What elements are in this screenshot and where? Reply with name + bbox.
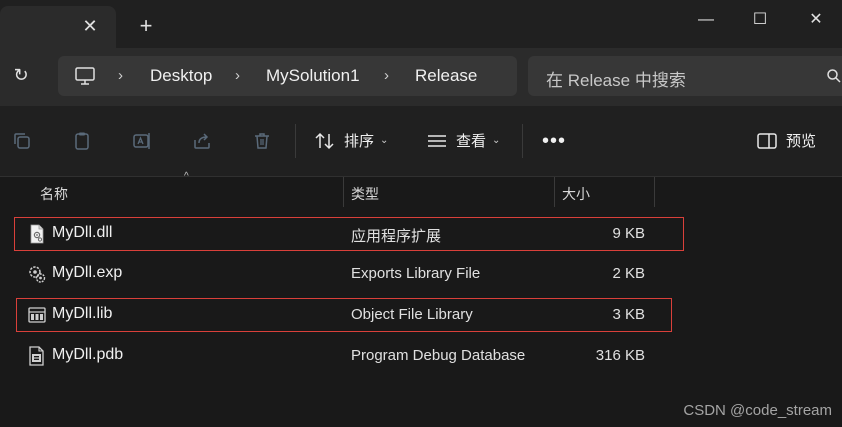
preview-button[interactable]: 预览 bbox=[756, 130, 816, 152]
highlight-box bbox=[14, 217, 684, 251]
address-bar: ↻ › Desktop › MySolution1 › Release 在 Re… bbox=[0, 48, 842, 106]
refresh-icon[interactable]: ↻ bbox=[10, 64, 32, 86]
title-bar: ✕ + — ☐ ✕ bbox=[0, 0, 842, 48]
close-tab-icon[interactable]: ✕ bbox=[80, 16, 100, 36]
sort-ascending-icon: ^ bbox=[184, 171, 189, 182]
breadcrumb-release[interactable]: Release bbox=[415, 66, 477, 86]
view-icon bbox=[428, 134, 446, 147]
search-icon[interactable] bbox=[826, 68, 842, 84]
preview-pane-icon bbox=[757, 132, 777, 149]
chevron-down-icon: ⌄ bbox=[380, 135, 389, 146]
delete-icon[interactable] bbox=[252, 131, 272, 151]
search-input[interactable]: 在 Release 中搜索 bbox=[546, 66, 686, 91]
view-button[interactable]: 查看 ⌄ bbox=[426, 130, 500, 152]
file-list: ^ 名称 类型 大小 MyDll.dll 应用程序扩展 9 KB MyDll.e… bbox=[0, 171, 842, 427]
close-window-icon[interactable]: ✕ bbox=[796, 8, 836, 32]
chevron-right-icon[interactable]: › bbox=[118, 67, 123, 84]
column-header-size[interactable]: 大小 bbox=[562, 184, 590, 204]
file-row-mydll-pdb[interactable]: MyDll.pdb Program Debug Database 316 KB bbox=[0, 337, 700, 375]
rename-icon[interactable] bbox=[132, 131, 152, 151]
copy-icon[interactable] bbox=[12, 131, 32, 151]
file-name[interactable]: MyDll.pdb bbox=[52, 346, 123, 364]
sort-icon bbox=[315, 132, 334, 149]
column-header-type[interactable]: 类型 bbox=[351, 184, 379, 204]
file-type: Program Debug Database bbox=[351, 347, 526, 364]
file-name[interactable]: MyDll.exp bbox=[52, 264, 122, 282]
minimize-icon[interactable]: — bbox=[686, 8, 726, 32]
column-divider[interactable] bbox=[343, 177, 344, 207]
file-size: 2 KB bbox=[612, 265, 645, 282]
column-header-name[interactable]: 名称 bbox=[40, 184, 68, 204]
breadcrumb[interactable]: › Desktop › MySolution1 › Release bbox=[58, 56, 517, 96]
new-tab-icon[interactable]: + bbox=[135, 15, 157, 37]
chevron-right-icon[interactable]: › bbox=[384, 67, 389, 84]
column-divider[interactable] bbox=[554, 177, 555, 207]
share-icon[interactable] bbox=[192, 131, 212, 151]
file-size: 316 KB bbox=[595, 347, 645, 364]
column-divider[interactable] bbox=[654, 177, 655, 207]
sort-label: 排序 bbox=[344, 133, 375, 150]
command-bar: 排序 ⌄ 查看 ⌄ ••• 预览 bbox=[0, 106, 842, 177]
breadcrumb-mysolution1[interactable]: MySolution1 bbox=[266, 66, 360, 86]
computer-icon[interactable] bbox=[74, 66, 96, 86]
breadcrumb-desktop[interactable]: Desktop bbox=[150, 66, 212, 86]
maximize-icon[interactable]: ☐ bbox=[740, 8, 780, 32]
watermark: CSDN @code_stream bbox=[683, 402, 832, 419]
paste-icon[interactable] bbox=[72, 131, 92, 151]
pdb-file-icon bbox=[29, 346, 44, 366]
view-label: 查看 bbox=[456, 133, 487, 150]
column-header-row: ^ 名称 类型 大小 bbox=[0, 171, 842, 207]
explorer-tab[interactable]: ✕ bbox=[0, 6, 116, 48]
chevron-down-icon: ⌄ bbox=[492, 135, 501, 146]
sort-button[interactable]: 排序 ⌄ bbox=[314, 130, 388, 152]
search-box[interactable]: 在 Release 中搜索 bbox=[528, 56, 842, 96]
more-options-icon[interactable]: ••• bbox=[542, 130, 566, 153]
toolbar-divider bbox=[295, 124, 296, 158]
preview-label: 预览 bbox=[786, 133, 817, 150]
chevron-right-icon[interactable]: › bbox=[235, 67, 240, 84]
toolbar-divider bbox=[522, 124, 523, 158]
highlight-box bbox=[16, 298, 672, 332]
file-row-mydll-exp[interactable]: MyDll.exp Exports Library File 2 KB bbox=[0, 255, 700, 293]
file-type: Exports Library File bbox=[351, 265, 481, 282]
exp-file-icon bbox=[29, 266, 46, 283]
